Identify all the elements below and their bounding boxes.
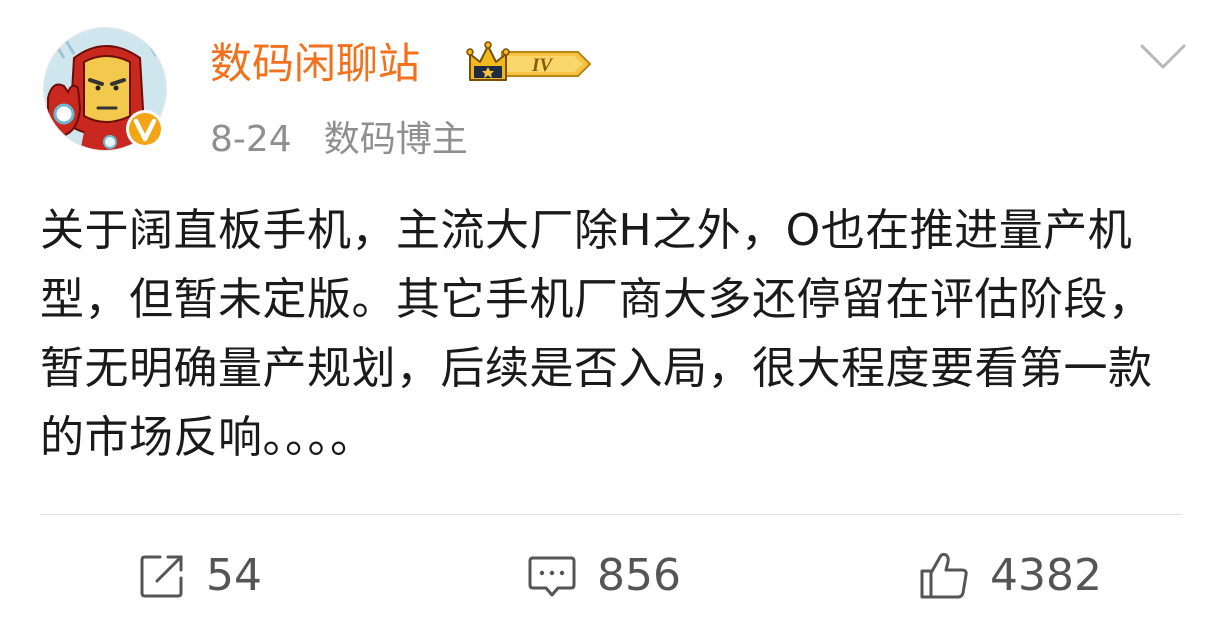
comment-icon xyxy=(527,552,577,600)
like-button[interactable]: 4382 xyxy=(918,544,1102,608)
verified-title: 数码博主 xyxy=(323,119,468,160)
repost-count: 54 xyxy=(206,550,262,601)
post-meta: 8-24 数码博主 xyxy=(210,116,468,164)
level-badge-text: IV xyxy=(531,55,553,76)
verified-v-icon xyxy=(125,109,165,149)
chevron-down-icon[interactable] xyxy=(1138,40,1188,74)
username[interactable]: 数码闲聊站 xyxy=(210,36,420,92)
repost-button[interactable]: 54 xyxy=(138,544,262,608)
comment-button[interactable]: 856 xyxy=(527,544,681,608)
avatar[interactable] xyxy=(43,27,167,151)
post-date: 8-24 xyxy=(210,119,292,160)
divider xyxy=(40,514,1182,515)
post-content: 关于阔直板手机，主流大厂除H之外，O也在推进量产机型，但暂未定版。其它手机厂商大… xyxy=(40,205,1153,463)
comment-count: 856 xyxy=(597,550,681,601)
thumbs-up-icon xyxy=(918,551,970,601)
like-count: 4382 xyxy=(990,550,1102,601)
weibo-post-card: 数码闲聊站 IV 8-24 数码博主 关于阔直板手机，主流大厂除H之外，O也在推进… xyxy=(0,0,1219,624)
repost-icon xyxy=(138,552,186,600)
crown-level-icon[interactable]: IV xyxy=(466,40,594,88)
